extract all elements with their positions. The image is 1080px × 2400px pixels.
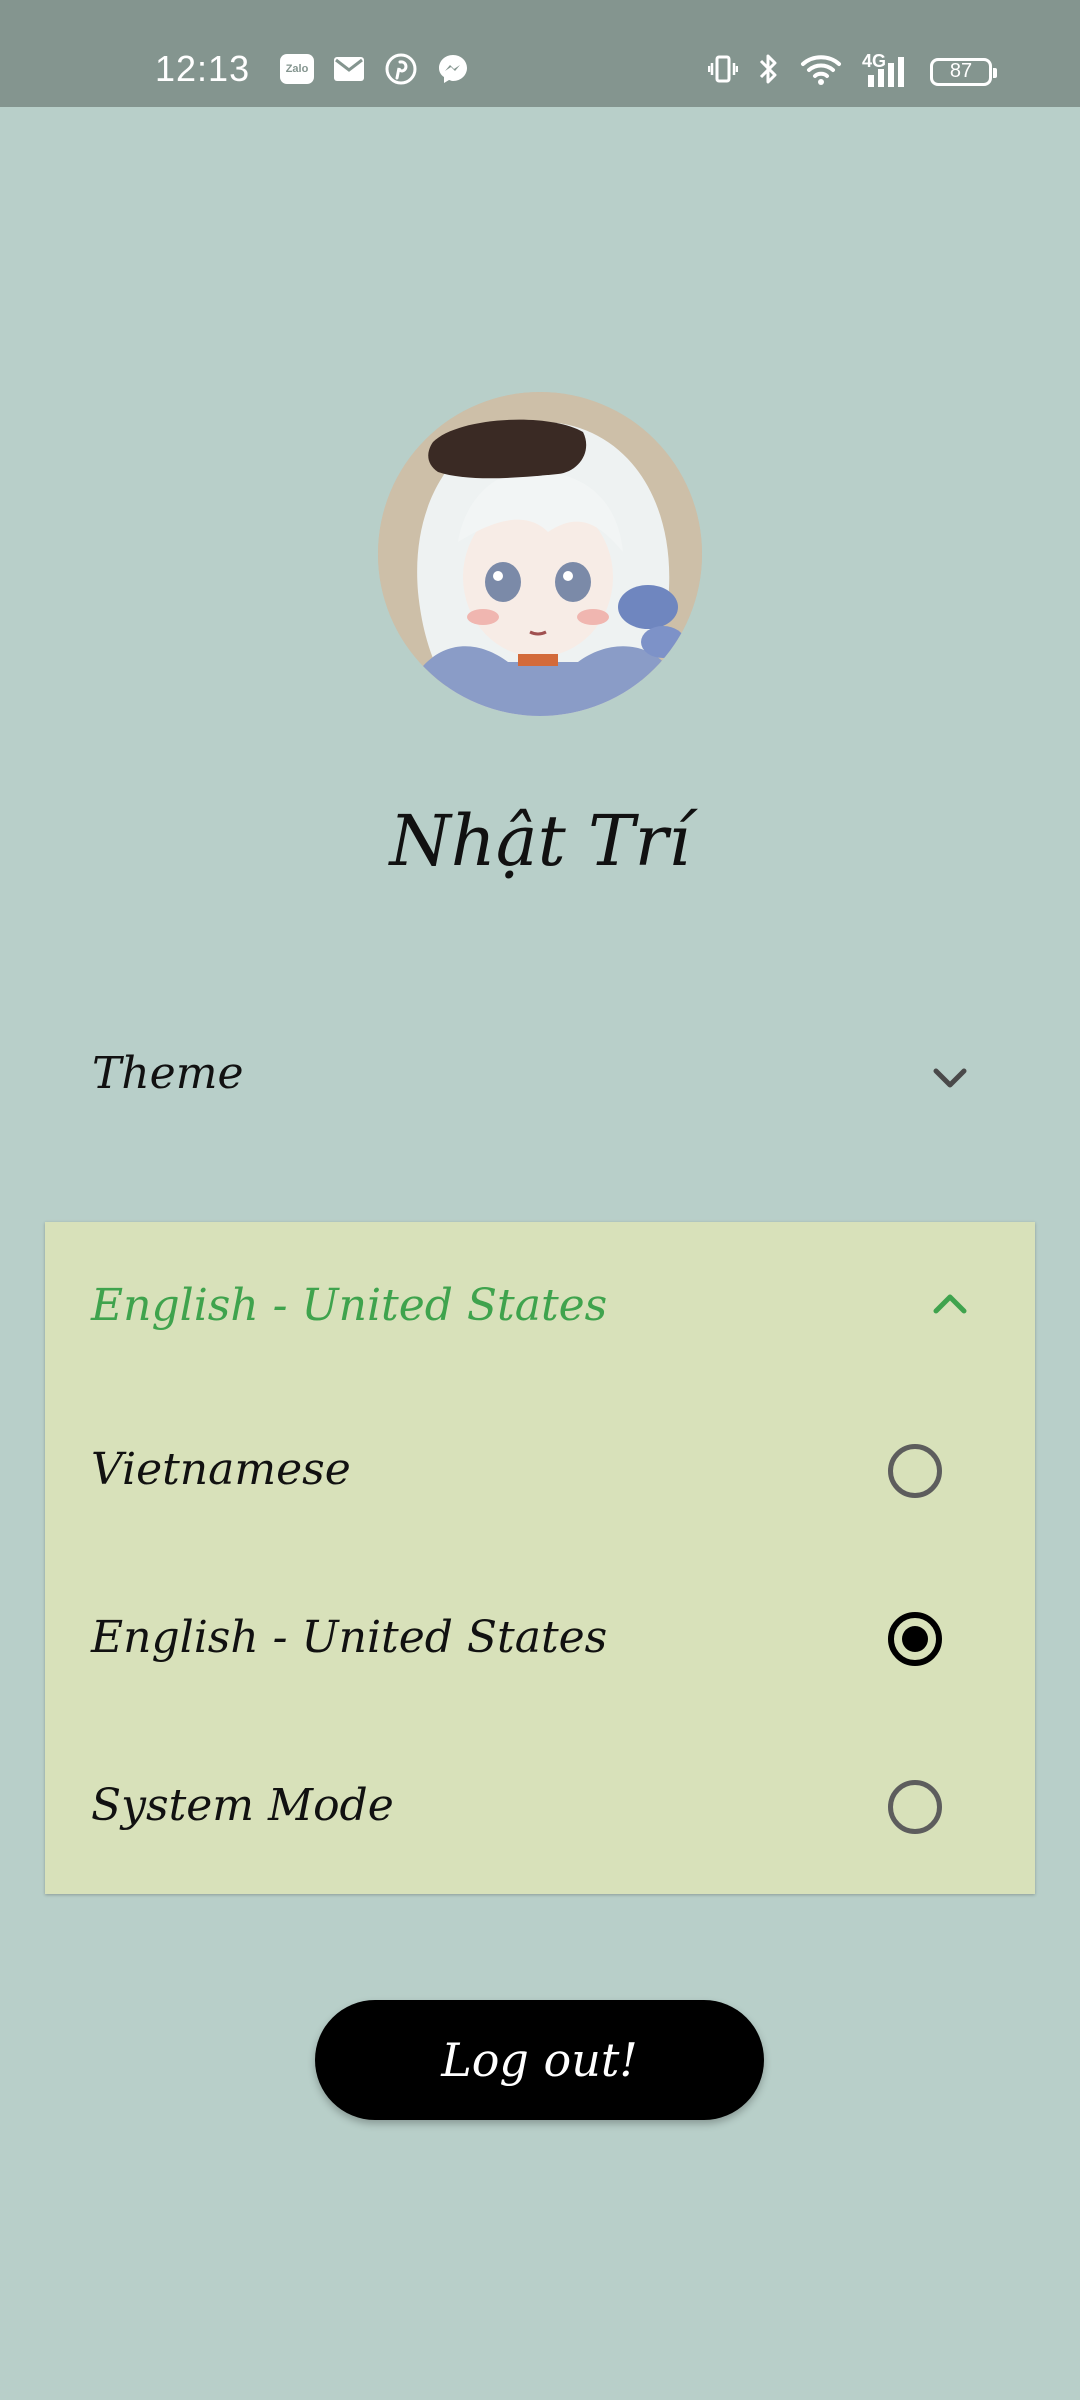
vibrate-icon — [707, 54, 739, 89]
notification-icons: Zalo — [280, 52, 470, 86]
cellular-icon: 4G — [862, 51, 910, 89]
language-option-english-us[interactable]: English - United States — [45, 1558, 1035, 1726]
radio-button-checked[interactable] — [888, 1612, 942, 1666]
logout-button[interactable]: Log out! — [315, 2000, 764, 2120]
chevron-down-icon — [930, 1058, 970, 1098]
avatar[interactable] — [378, 392, 702, 716]
theme-label: Theme — [92, 1048, 244, 1099]
pinterest-icon — [384, 52, 418, 86]
system-icons: 4G 87 — [707, 51, 997, 91]
profile-name: Nhật Trí — [389, 800, 691, 882]
language-panel: English - United States Vietnamese Engli… — [45, 1222, 1035, 1894]
language-option-system-mode[interactable]: System Mode — [45, 1726, 1035, 1894]
zalo-logo: Zalo — [280, 54, 314, 84]
zalo-icon: Zalo — [280, 52, 314, 86]
messenger-icon — [436, 52, 470, 86]
chevron-up-icon — [930, 1284, 970, 1324]
radio-button-unchecked[interactable] — [888, 1444, 942, 1498]
language-selected-label: English - United States — [91, 1280, 608, 1331]
language-option-vietnamese[interactable]: Vietnamese — [45, 1390, 1035, 1558]
option-label: Vietnamese — [91, 1444, 351, 1495]
battery-level: 87 — [949, 60, 973, 82]
bluetooth-icon — [758, 52, 780, 91]
option-label: English - United States — [91, 1612, 608, 1663]
battery-indicator: 87 — [930, 57, 997, 86]
language-dropdown-header[interactable]: English - United States — [45, 1222, 1035, 1392]
radio-button-unchecked[interactable] — [888, 1780, 942, 1834]
wifi-icon — [800, 52, 842, 91]
status-bar: 12:13 Zalo 4G 87 — [0, 0, 1080, 107]
theme-dropdown[interactable]: Theme — [0, 1020, 1080, 1130]
mail-icon — [332, 52, 366, 86]
status-time: 12:13 — [155, 48, 251, 89]
option-label: System Mode — [91, 1780, 394, 1831]
